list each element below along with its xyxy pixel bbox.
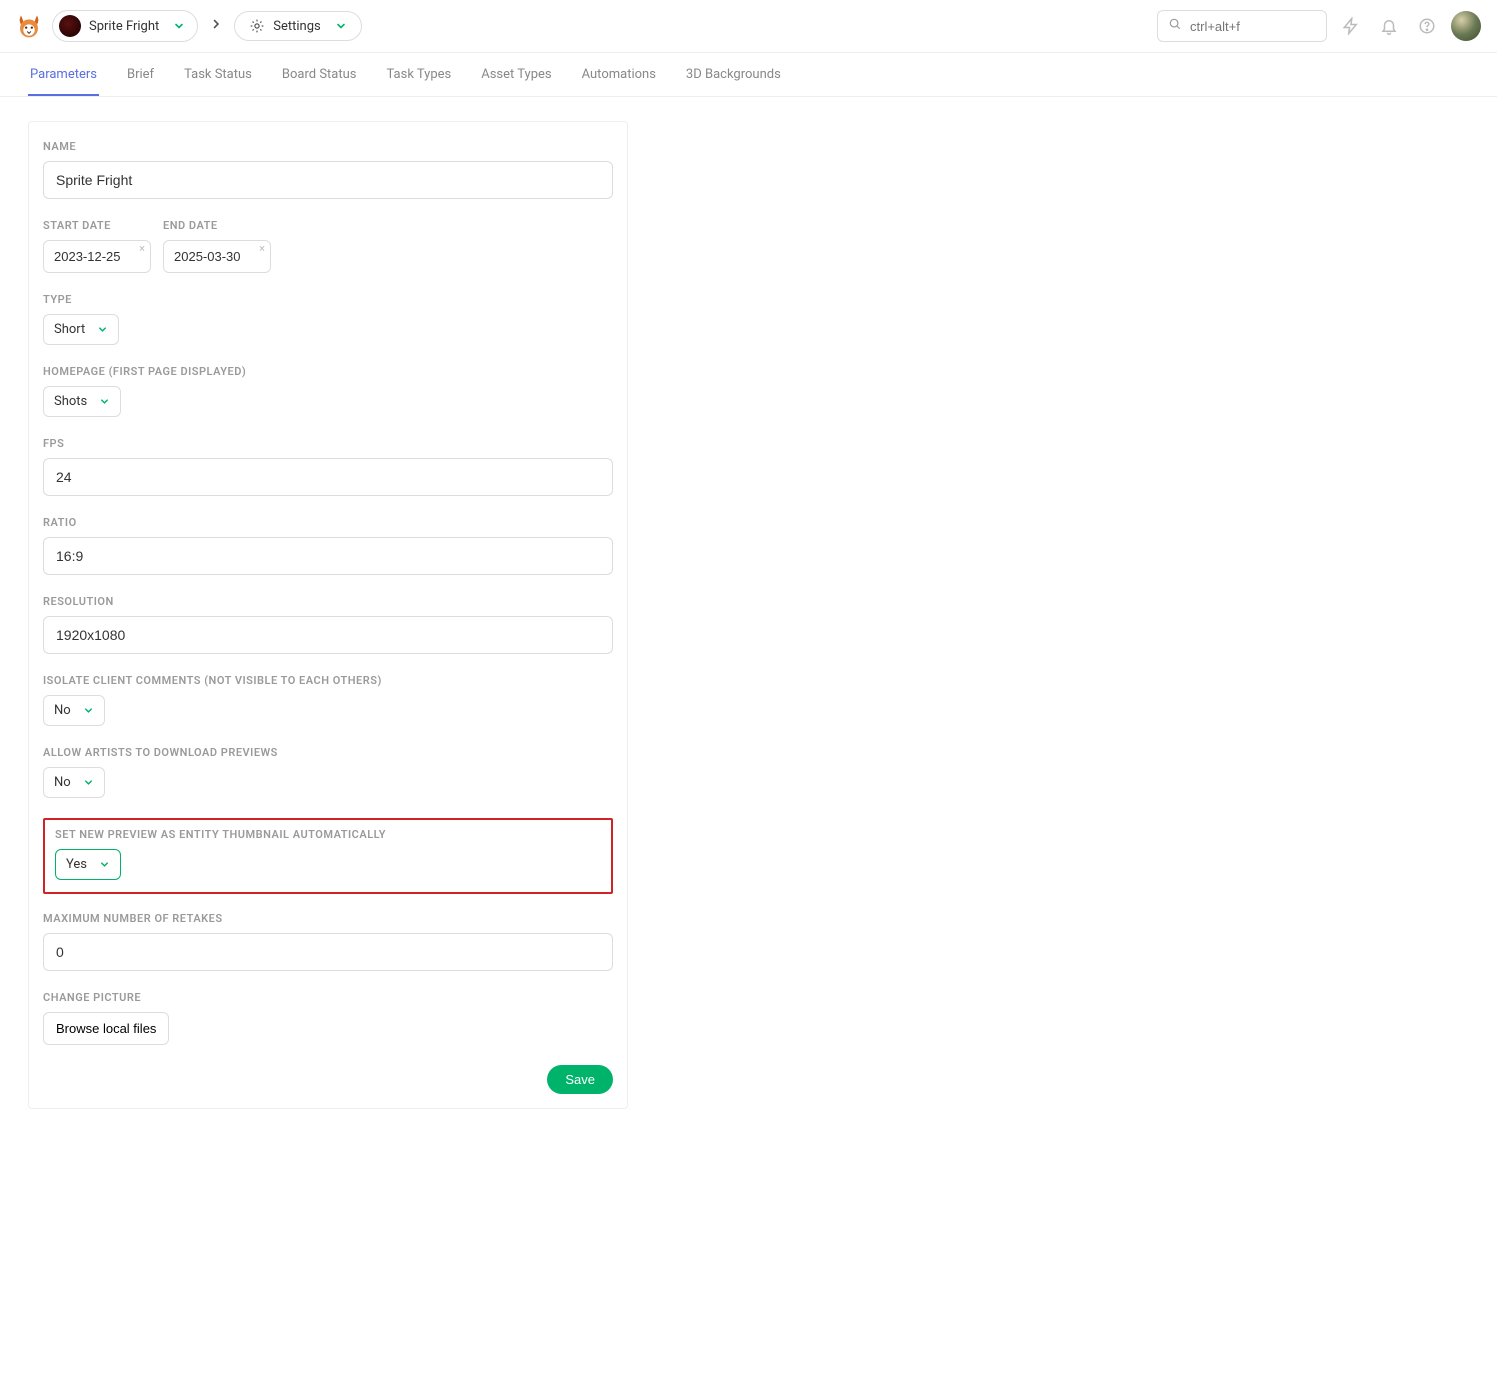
- parameters-panel: Name Start Date × End Date × Type: [28, 121, 628, 1109]
- allow-dl-label: Allow artists to download previews: [43, 746, 613, 759]
- end-date-label: End Date: [163, 219, 271, 232]
- isolate-value: No: [54, 703, 71, 718]
- name-label: Name: [43, 140, 613, 153]
- breadcrumb-separator: [208, 18, 224, 34]
- auto-thumbnail-highlight: Set new preview as entity thumbnail auto…: [43, 818, 613, 894]
- chevron-down-icon: [173, 20, 185, 32]
- name-input[interactable]: [43, 161, 613, 199]
- chevron-down-icon: [83, 705, 94, 716]
- allow-dl-value: No: [54, 775, 71, 790]
- save-button[interactable]: Save: [547, 1065, 613, 1094]
- tab-task-status[interactable]: Task Status: [182, 53, 254, 96]
- project-badge: [59, 15, 81, 37]
- allow-dl-select[interactable]: No: [43, 767, 105, 798]
- resolution-label: Resolution: [43, 595, 613, 608]
- tab-brief[interactable]: Brief: [125, 53, 156, 96]
- auto-thumb-value: Yes: [66, 857, 87, 872]
- chevron-down-icon: [97, 324, 108, 335]
- page-selector[interactable]: Settings: [234, 11, 361, 41]
- isolate-label: Isolate client comments (not visible to …: [43, 674, 613, 687]
- end-date-input[interactable]: [163, 240, 271, 273]
- resolution-input[interactable]: [43, 616, 613, 654]
- ratio-input[interactable]: [43, 537, 613, 575]
- type-label: Type: [43, 293, 613, 306]
- max-retakes-input[interactable]: [43, 933, 613, 971]
- homepage-label: Homepage (first page displayed): [43, 365, 613, 378]
- homepage-value: Shots: [54, 394, 87, 409]
- user-avatar[interactable]: [1451, 11, 1481, 41]
- type-value: Short: [54, 322, 85, 337]
- auto-thumb-label: Set new preview as entity thumbnail auto…: [55, 828, 601, 841]
- clear-start-date[interactable]: ×: [139, 242, 145, 255]
- tab-asset-types[interactable]: Asset Types: [479, 53, 553, 96]
- tab-3d-backgrounds[interactable]: 3D Backgrounds: [684, 53, 783, 96]
- clear-end-date[interactable]: ×: [259, 242, 265, 255]
- notifications-icon[interactable]: [1375, 12, 1403, 40]
- change-picture-label: Change Picture: [43, 991, 613, 1004]
- project-selector[interactable]: Sprite Fright: [52, 10, 198, 42]
- isolate-select[interactable]: No: [43, 695, 105, 726]
- help-icon[interactable]: [1413, 12, 1441, 40]
- chevron-down-icon: [83, 777, 94, 788]
- start-date-label: Start Date: [43, 219, 151, 232]
- gear-icon: [249, 18, 265, 34]
- settings-tabs: Parameters Brief Task Status Board Status Ta…: [0, 53, 1497, 97]
- ratio-label: Ratio: [43, 516, 613, 529]
- tab-automations[interactable]: Automations: [580, 53, 658, 96]
- news-icon[interactable]: [1337, 12, 1365, 40]
- homepage-select[interactable]: Shots: [43, 386, 121, 417]
- auto-thumb-select[interactable]: Yes: [55, 849, 121, 880]
- start-date-input[interactable]: [43, 240, 151, 273]
- fps-input[interactable]: [43, 458, 613, 496]
- app-logo[interactable]: [16, 13, 42, 39]
- chevron-down-icon: [99, 859, 110, 870]
- search-icon: [1168, 17, 1182, 35]
- global-search[interactable]: [1157, 10, 1327, 42]
- fps-label: FPS: [43, 437, 613, 450]
- tab-board-status[interactable]: Board Status: [280, 53, 359, 96]
- tab-parameters[interactable]: Parameters: [28, 53, 99, 96]
- search-input[interactable]: [1190, 19, 1316, 34]
- chevron-down-icon: [335, 20, 347, 32]
- browse-files-button[interactable]: Browse local files: [43, 1012, 169, 1045]
- project-name: Sprite Fright: [89, 19, 159, 34]
- chevron-down-icon: [99, 396, 110, 407]
- tab-task-types[interactable]: Task Types: [385, 53, 454, 96]
- type-select[interactable]: Short: [43, 314, 119, 345]
- max-retakes-label: Maximum number of retakes: [43, 912, 613, 925]
- page-label: Settings: [273, 19, 320, 34]
